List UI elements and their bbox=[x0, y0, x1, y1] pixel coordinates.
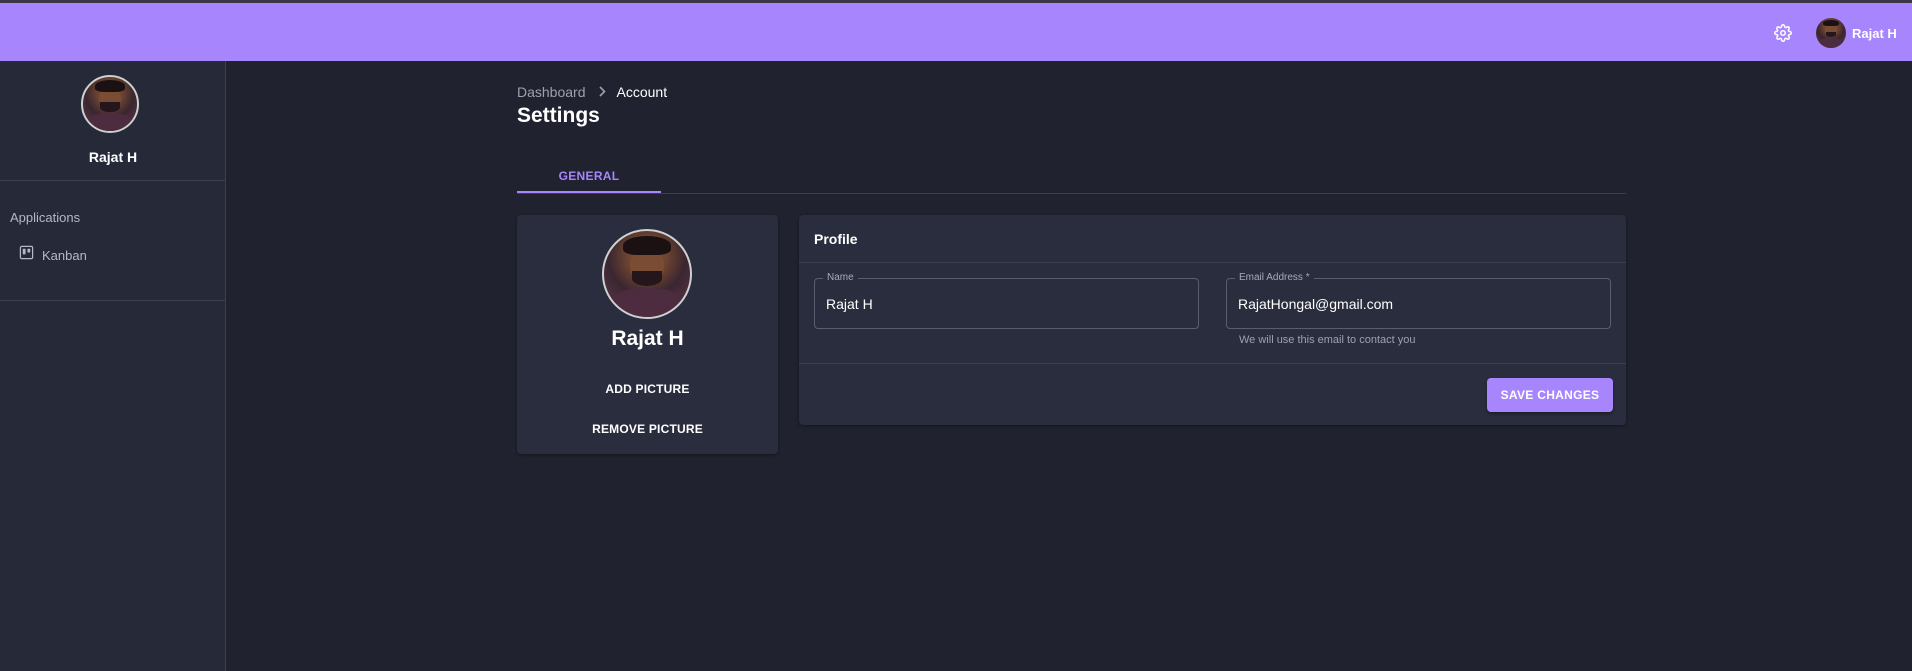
breadcrumb-current: Account bbox=[616, 84, 668, 100]
sidebar-item-kanban[interactable]: Kanban bbox=[0, 241, 225, 269]
email-helper-text: We will use this email to contact you bbox=[1239, 334, 1416, 346]
chevron-right-icon bbox=[598, 84, 607, 100]
sidebar-avatar bbox=[81, 75, 139, 133]
tab-general[interactable]: GENERAL bbox=[517, 158, 661, 194]
email-field: Email Address * bbox=[1226, 272, 1611, 329]
sidebar-divider bbox=[0, 180, 226, 181]
account-user-name: Rajat H bbox=[1852, 25, 1897, 41]
card-divider bbox=[799, 262, 1626, 263]
sidebar-divider bbox=[0, 300, 226, 301]
profile-picture-card: Rajat H ADD PICTURE REMOVE PICTURE bbox=[517, 215, 778, 454]
email-field-label: Email Address * bbox=[1235, 272, 1314, 283]
top-app-bar: Rajat H bbox=[0, 3, 1912, 61]
sidebar: Rajat H Applications Kanban bbox=[0, 61, 226, 671]
email-input[interactable] bbox=[1227, 279, 1610, 328]
breadcrumb: Dashboard Account bbox=[517, 84, 667, 100]
save-changes-button[interactable]: SAVE CHANGES bbox=[1487, 378, 1613, 412]
sidebar-item-label: Kanban bbox=[42, 247, 87, 263]
name-input[interactable] bbox=[815, 279, 1198, 328]
tabs-divider bbox=[517, 193, 1626, 194]
profile-form-title: Profile bbox=[814, 231, 858, 247]
kanban-board-icon bbox=[19, 245, 34, 265]
profile-avatar bbox=[602, 229, 692, 319]
remove-picture-button[interactable]: REMOVE PICTURE bbox=[577, 414, 718, 444]
page-title: Settings bbox=[517, 104, 600, 127]
breadcrumb-dashboard-link[interactable]: Dashboard bbox=[517, 84, 586, 100]
avatar bbox=[1816, 18, 1846, 48]
tab-active-indicator bbox=[517, 191, 661, 193]
account-menu-button[interactable]: Rajat H bbox=[1816, 18, 1897, 48]
gear-icon[interactable] bbox=[1771, 21, 1795, 45]
name-field: Name bbox=[814, 272, 1199, 329]
card-divider bbox=[799, 363, 1626, 364]
sidebar-section-title: Applications bbox=[10, 210, 81, 225]
sidebar-user-name: Rajat H bbox=[88, 149, 138, 165]
profile-name: Rajat H bbox=[611, 327, 684, 350]
name-field-label: Name bbox=[823, 272, 858, 283]
profile-form-card: Profile Name Email Address * We will use… bbox=[799, 215, 1626, 425]
add-picture-button[interactable]: ADD PICTURE bbox=[577, 374, 718, 404]
